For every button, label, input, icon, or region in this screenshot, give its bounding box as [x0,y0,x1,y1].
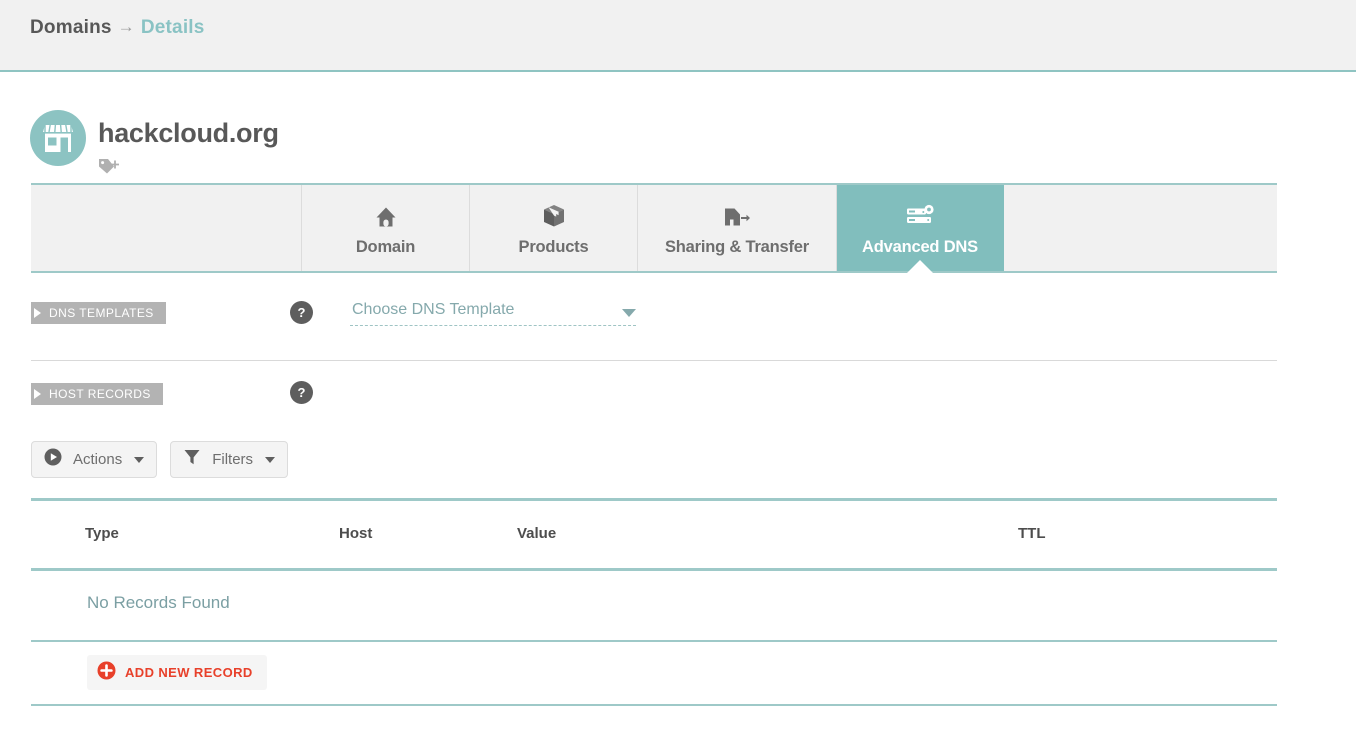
records-toolbar: Actions Filters [31,441,289,478]
column-header-type: Type [85,525,119,542]
funnel-icon [183,448,201,471]
chevron-down-icon [265,456,276,463]
tab-label-domain: Domain [355,237,416,256]
domain-avatar [30,110,86,166]
chevron-down-icon [134,456,145,463]
tab-products[interactable]: Products [470,185,638,271]
tab-advanced-dns[interactable]: Advanced DNS [837,185,1004,273]
breadcrumb-link-domains[interactable]: Domains [30,17,112,38]
add-new-record-button[interactable]: ADD NEW RECORD [87,655,267,690]
help-icon-dns-templates[interactable]: ? [290,301,313,324]
help-icon-host-records[interactable]: ? [290,381,313,404]
tab-spacer-left [31,185,302,271]
dns-template-select-value: Choose DNS Template [352,301,515,318]
section-label-dns-templates: DNS TEMPLATES [49,306,154,320]
play-circle-icon [44,448,62,471]
breadcrumb: Domains → Details [30,17,205,39]
add-new-record-label: ADD NEW RECORD [125,665,253,680]
tab-label-advanced-dns: Advanced DNS [862,237,978,256]
page-title: hackcloud.org [98,118,279,148]
domain-header: hackcloud.org [30,110,730,180]
column-header-ttl: TTL [1018,525,1046,542]
section-divider [31,360,1277,361]
active-tab-pointer [907,260,933,273]
actions-button-label: Actions [73,451,123,468]
server-gear-icon [905,200,935,228]
domain-tabs: Domain Products Sharing & Transfer Advan… [31,183,1277,273]
breadcrumb-separator-icon: → [117,17,135,36]
tag-plus-icon[interactable] [98,158,122,178]
filters-button[interactable]: Filters [170,441,289,478]
section-bottom-border [31,704,1277,706]
records-table-empty-row: No Records Found [31,571,1277,640]
box-icon [543,200,565,228]
actions-button[interactable]: Actions [31,441,158,478]
no-records-message: No Records Found [87,593,230,612]
tab-spacer-right [1004,185,1277,271]
filters-button-label: Filters [212,451,254,468]
tab-label-sharing-transfer: Sharing & Transfer [664,237,810,256]
column-header-host: Host [339,525,373,542]
tab-label-products: Products [518,237,589,256]
breadcrumb-current-details[interactable]: Details [141,17,205,38]
breadcrumb-bar: Domains → Details [0,0,1356,72]
column-header-value: Value [517,525,557,542]
section-label-host-records: HOST RECORDS [49,387,151,401]
tab-sharing-transfer[interactable]: Sharing & Transfer [638,185,837,271]
house-icon [375,200,397,228]
plus-circle-icon [97,661,116,685]
dns-template-select[interactable]: Choose DNS Template [350,300,636,326]
records-table-header: Type Host Value TTL [31,501,1277,569]
transfer-icon [723,200,751,228]
section-header-dns-templates[interactable]: DNS TEMPLATES [31,302,166,324]
tab-domain[interactable]: Domain [302,185,470,271]
section-header-host-records[interactable]: HOST RECORDS [31,383,163,405]
chevron-down-icon [622,309,636,317]
table-bottom-border [31,640,1277,642]
